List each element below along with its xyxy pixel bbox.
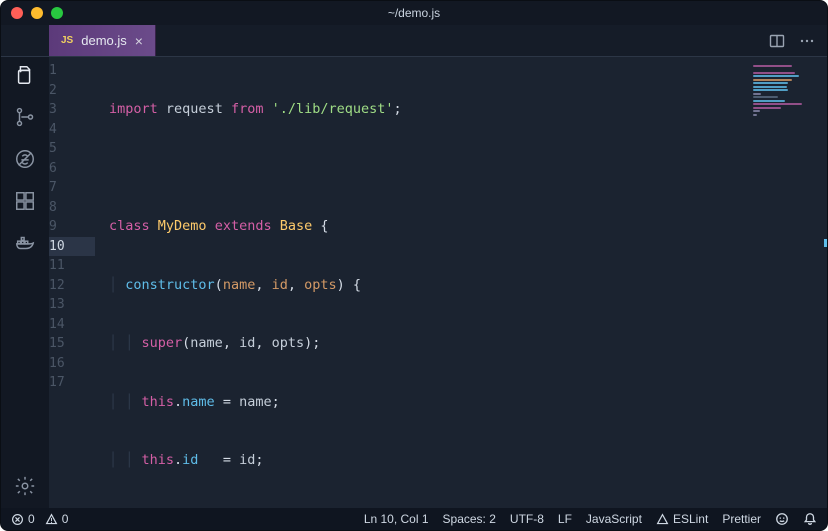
- tab-actions: [757, 25, 827, 56]
- line-number: 15: [49, 334, 95, 354]
- docker-icon[interactable]: [13, 231, 37, 255]
- tab-demo-js[interactable]: JS demo.js ×: [49, 25, 156, 56]
- error-count: 0: [28, 512, 35, 526]
- tab-row: JS demo.js ×: [1, 25, 827, 57]
- tab-label: demo.js: [81, 33, 127, 48]
- vscode-window: ~/demo.js JS demo.js ×: [0, 0, 828, 531]
- line-number: 4: [49, 120, 95, 140]
- line-number: 11: [49, 256, 95, 276]
- status-encoding[interactable]: UTF-8: [510, 512, 544, 526]
- code-editor[interactable]: 1 2 3 4 5 6 7 8 9 10 11 12 13 14 15 16 1…: [49, 57, 827, 508]
- layout-icon[interactable]: [13, 189, 37, 213]
- activity-bar: [1, 57, 49, 508]
- code-content[interactable]: import request from './lib/request'; cla…: [109, 57, 827, 508]
- js-file-icon: JS: [61, 35, 73, 46]
- source-control-icon[interactable]: [13, 105, 37, 129]
- close-window-icon[interactable]: [11, 7, 23, 19]
- line-number: 12: [49, 276, 95, 296]
- line-number: 14: [49, 315, 95, 335]
- line-number: 3: [49, 100, 95, 120]
- status-bell-icon[interactable]: [803, 512, 817, 526]
- minimize-window-icon[interactable]: [31, 7, 43, 19]
- zoom-window-icon[interactable]: [51, 7, 63, 19]
- tab-close-icon[interactable]: ×: [135, 33, 143, 49]
- line-number: 8: [49, 198, 95, 218]
- warning-count: 0: [62, 512, 69, 526]
- line-number: 10: [49, 237, 95, 257]
- line-number: 6: [49, 159, 95, 179]
- status-cursor-position[interactable]: Ln 10, Col 1: [364, 512, 429, 526]
- line-number: 7: [49, 178, 95, 198]
- settings-gear-icon[interactable]: [13, 474, 37, 498]
- window-controls: [1, 7, 63, 19]
- split-editor-icon[interactable]: [769, 33, 785, 49]
- line-number: 5: [49, 139, 95, 159]
- line-number: 17: [49, 373, 95, 393]
- workbench-body: 1 2 3 4 5 6 7 8 9 10 11 12 13 14 15 16 1…: [1, 57, 827, 508]
- status-prettier[interactable]: Prettier: [722, 512, 761, 526]
- line-number: 2: [49, 81, 95, 101]
- status-warnings[interactable]: 0: [45, 512, 69, 526]
- line-number-gutter: 1 2 3 4 5 6 7 8 9 10 11 12 13 14 15 16 1…: [49, 57, 109, 508]
- no-bugs-icon[interactable]: [13, 147, 37, 171]
- status-feedback-icon[interactable]: [775, 512, 789, 526]
- title-bar: ~/demo.js: [1, 1, 827, 25]
- minimap[interactable]: [753, 63, 823, 133]
- more-actions-icon[interactable]: [799, 33, 815, 49]
- status-errors[interactable]: 0: [11, 512, 35, 526]
- status-eol[interactable]: LF: [558, 512, 572, 526]
- line-number: 1: [49, 61, 95, 81]
- window-title: ~/demo.js: [1, 6, 827, 20]
- status-bar: 0 0 Ln 10, Col 1 Spaces: 2 UTF-8 LF Java…: [1, 508, 827, 530]
- line-number: 13: [49, 295, 95, 315]
- line-number: 16: [49, 354, 95, 374]
- status-indent[interactable]: Spaces: 2: [443, 512, 496, 526]
- status-eslint[interactable]: ESLint: [656, 512, 708, 526]
- status-language[interactable]: JavaScript: [586, 512, 642, 526]
- line-number: 9: [49, 217, 95, 237]
- explorer-icon[interactable]: [13, 63, 37, 87]
